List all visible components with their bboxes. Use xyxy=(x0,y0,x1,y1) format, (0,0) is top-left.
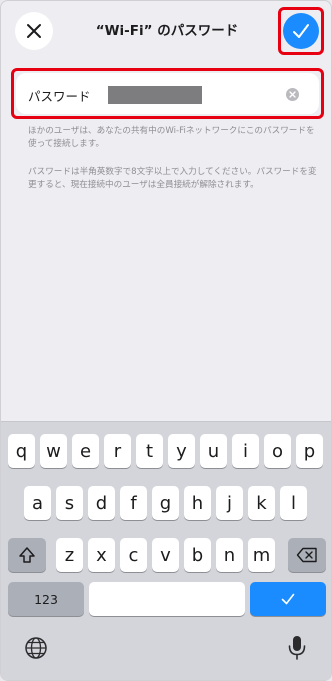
clear-icon xyxy=(289,91,296,98)
key-x[interactable]: x xyxy=(88,538,115,572)
key-u[interactable]: u xyxy=(200,434,227,468)
password-field[interactable]: パスワード xyxy=(16,73,319,114)
checkmark-icon xyxy=(293,24,309,38)
microphone-icon xyxy=(288,636,306,660)
key-k[interactable]: k xyxy=(248,486,275,520)
key-w[interactable]: w xyxy=(40,434,67,468)
key-m[interactable]: m xyxy=(248,538,275,572)
globe-button[interactable] xyxy=(23,635,49,661)
password-label: パスワード xyxy=(28,89,91,104)
key-a[interactable]: a xyxy=(24,486,51,520)
key-p[interactable]: p xyxy=(296,434,323,468)
key-f[interactable]: f xyxy=(120,486,147,520)
key-l[interactable]: l xyxy=(280,486,307,520)
key-o[interactable]: o xyxy=(264,434,291,468)
key-g[interactable]: g xyxy=(152,486,179,520)
shift-icon xyxy=(19,547,35,563)
key-c[interactable]: c xyxy=(120,538,147,572)
key-r[interactable]: r xyxy=(104,434,131,468)
delete-icon xyxy=(296,547,317,563)
password-rule-note: パスワードは半角英数字で8文字以上で入力してください。パスワードを変更すると、現… xyxy=(28,167,317,190)
globe-icon xyxy=(25,637,47,659)
space-key[interactable] xyxy=(89,582,245,616)
key-q[interactable]: q xyxy=(8,434,35,468)
key-i[interactable]: i xyxy=(232,434,259,468)
done-key[interactable] xyxy=(250,582,326,616)
key-y[interactable]: y xyxy=(168,434,195,468)
key-n[interactable]: n xyxy=(216,538,243,572)
close-icon xyxy=(27,24,41,38)
page-title: “Wi-Fi” のパスワード xyxy=(95,23,239,39)
key-j[interactable]: j xyxy=(216,486,243,520)
close-button[interactable] xyxy=(15,12,53,50)
key-b[interactable]: b xyxy=(184,538,211,572)
confirm-button[interactable] xyxy=(283,13,319,49)
mic-button[interactable] xyxy=(284,635,310,661)
key-t[interactable]: t xyxy=(136,434,163,468)
sharing-note: ほかのユーザは、あなたの共有中のWi-Fiネットワークにこのパスワードを使って接… xyxy=(28,126,315,149)
key-z[interactable]: z xyxy=(56,538,83,572)
delete-key[interactable] xyxy=(288,538,326,572)
screen: “Wi-Fi” のパスワード パスワード ほかのユーザは、あなたの共有中のWi-… xyxy=(0,0,332,681)
shift-key[interactable] xyxy=(8,538,46,572)
checkmark-icon xyxy=(281,593,295,605)
key-h[interactable]: h xyxy=(184,486,211,520)
header: “Wi-Fi” のパスワード xyxy=(1,1,331,61)
numbers-key[interactable]: 123 xyxy=(8,582,84,616)
key-d[interactable]: d xyxy=(88,486,115,520)
keyboard: q w e r t y u i o p a s d f g h j k l z … xyxy=(1,421,331,680)
key-v[interactable]: v xyxy=(152,538,179,572)
clear-button[interactable] xyxy=(286,88,299,101)
key-s[interactable]: s xyxy=(56,486,83,520)
password-value-redacted xyxy=(108,86,202,104)
confirm-highlight xyxy=(278,7,324,55)
key-e[interactable]: e xyxy=(72,434,99,468)
